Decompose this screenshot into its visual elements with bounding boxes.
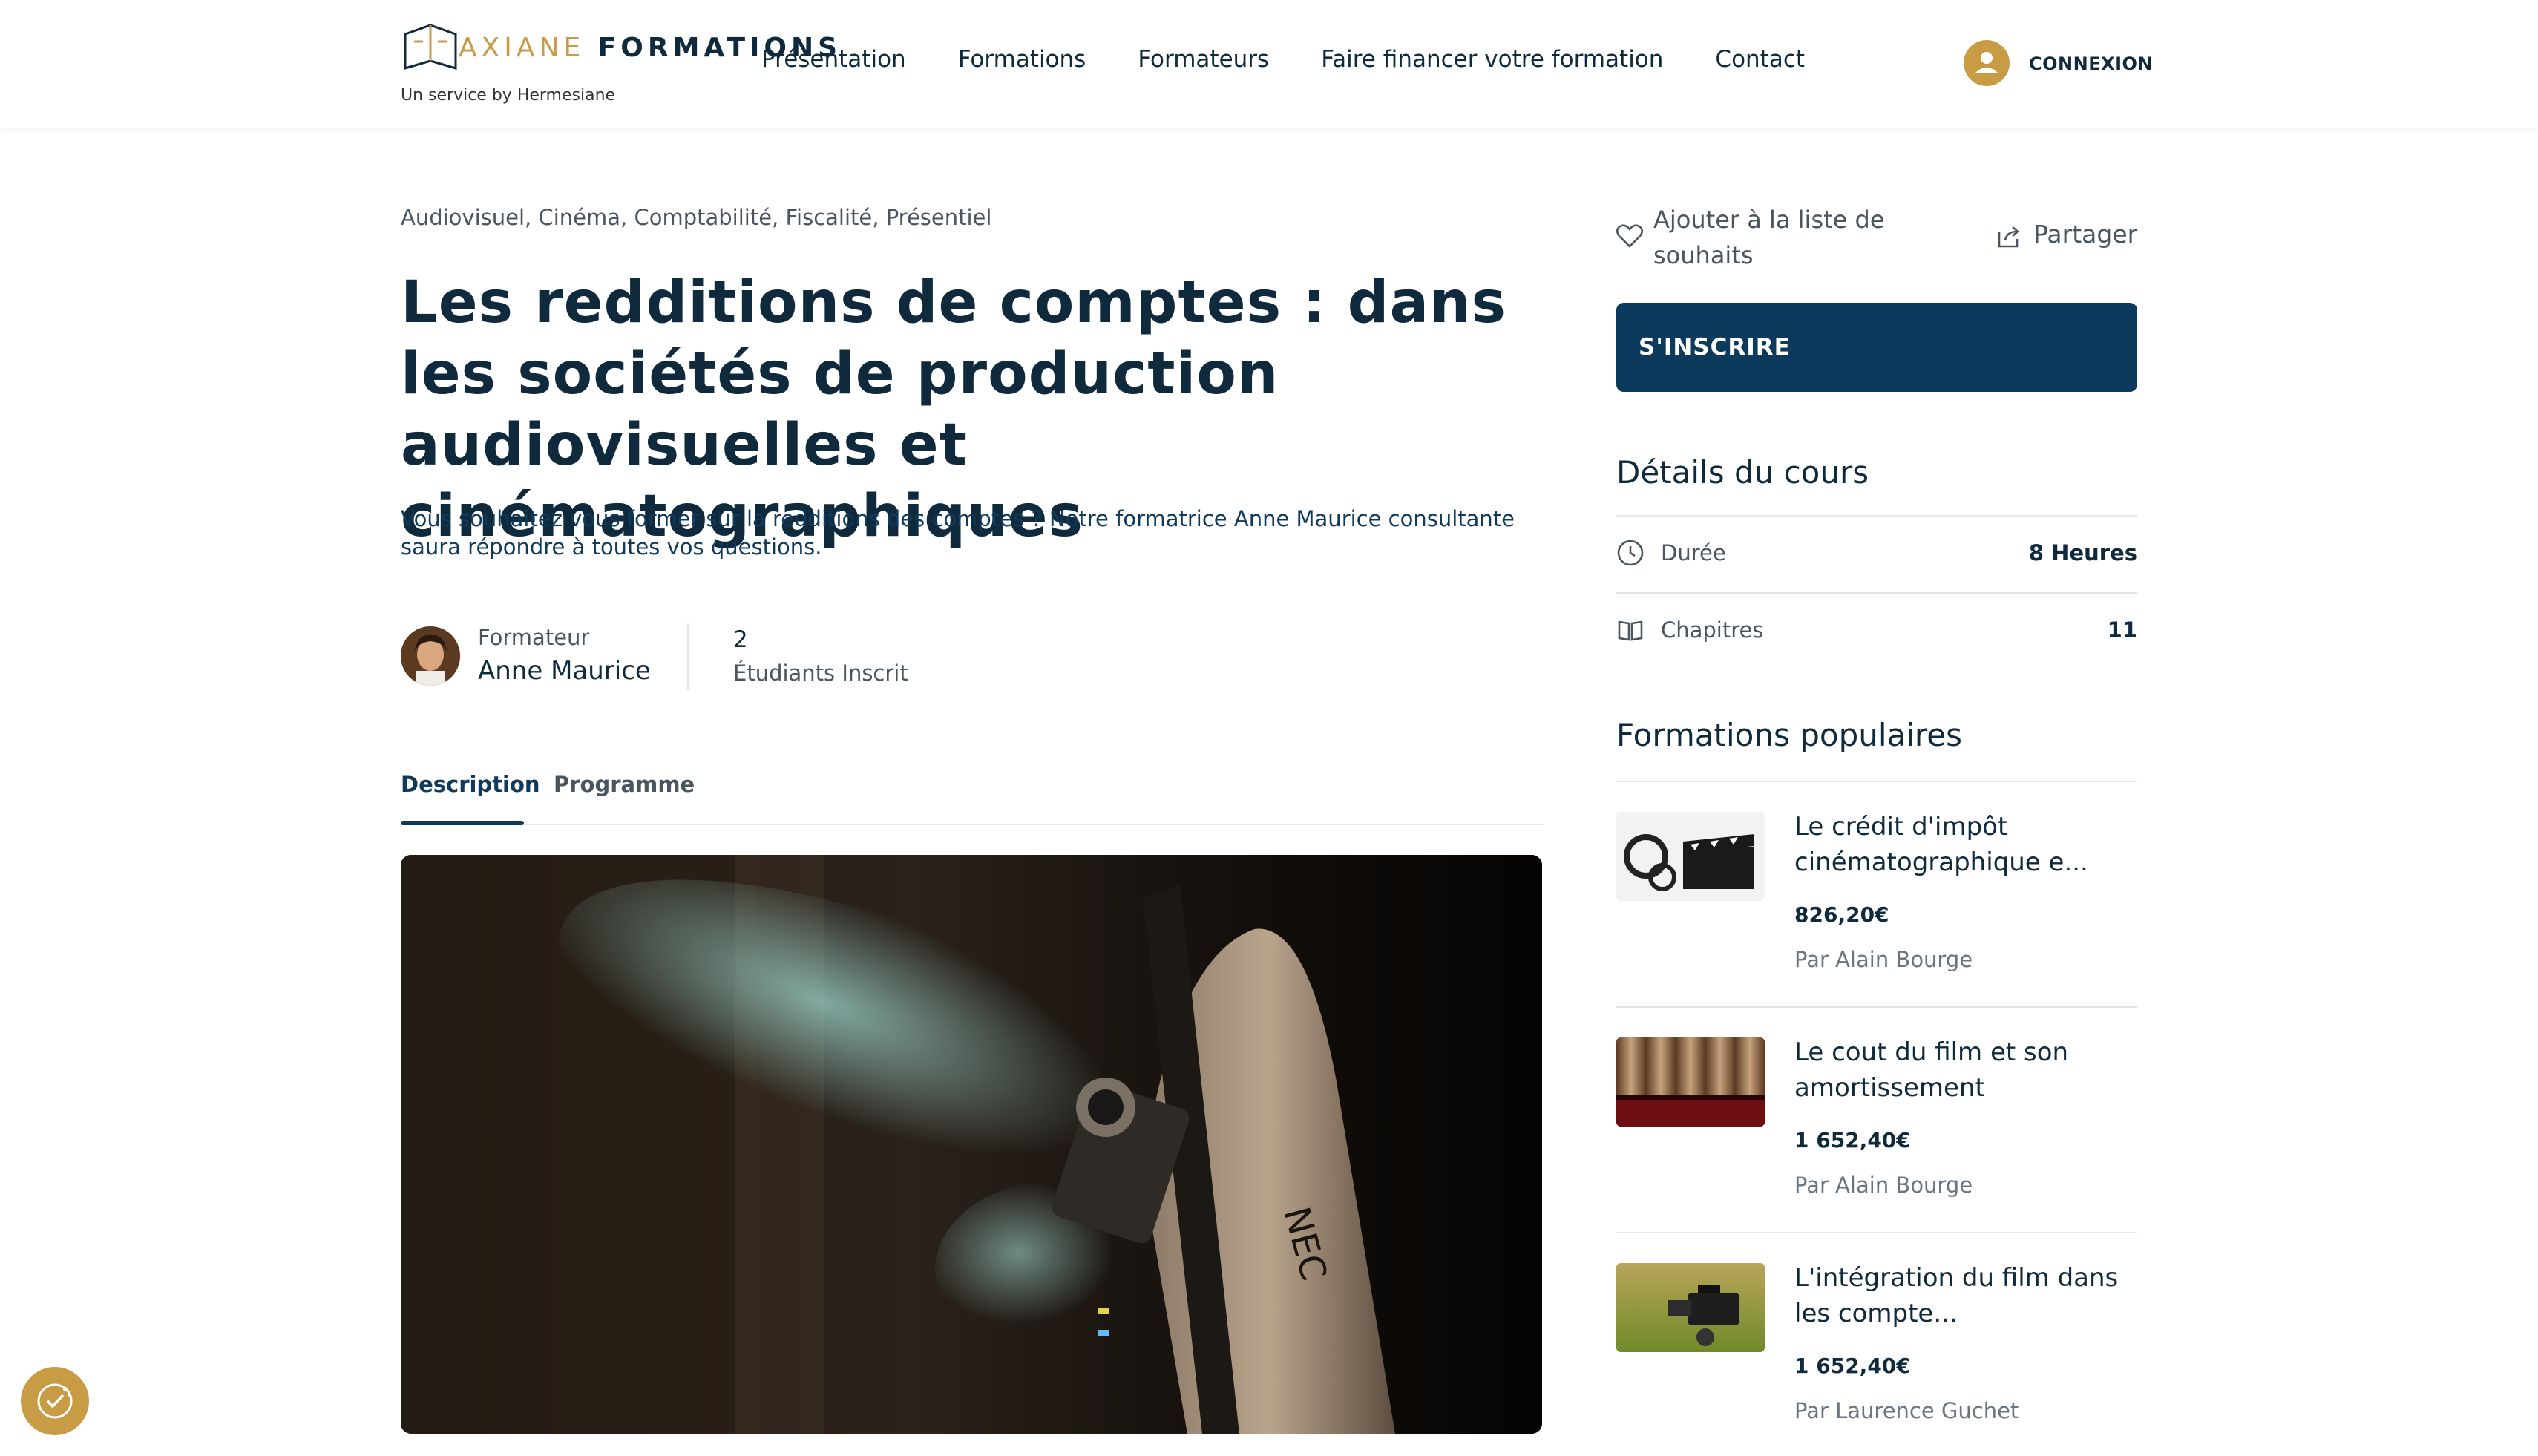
site-logo[interactable]: AXIANE FORMATIONS Un service by Hermesia…	[401, 19, 837, 108]
heart-icon[interactable]	[1615, 221, 1645, 251]
site-header: AXIANE FORMATIONS Un service by Hermesia…	[0, 0, 2538, 128]
divider	[1616, 1006, 2137, 1008]
nav-item-formations[interactable]: Formations	[958, 46, 1086, 73]
login-link[interactable]: CONNEXION	[2029, 53, 2153, 74]
divider	[1616, 781, 2137, 782]
course-hero-image: NEC	[401, 855, 1542, 1434]
curtain-thumbnail	[1616, 1037, 1765, 1127]
popular-course-author: Par Alain Bourge	[1794, 1173, 1973, 1198]
enroll-button[interactable]: S'INSCRIRE	[1616, 303, 2137, 392]
trainer-name[interactable]: Anne Maurice	[478, 656, 651, 686]
popular-course-image[interactable]	[1616, 1037, 1765, 1127]
course-categories[interactable]: Audiovisuel, Cinéma, Comptabilité, Fisca…	[401, 205, 991, 230]
nav-item-formateurs[interactable]: Formateurs	[1138, 46, 1269, 73]
projector-photo: NEC	[401, 855, 1542, 1434]
trainer-avatar[interactable]	[401, 626, 460, 686]
clapperboard-thumbnail	[1616, 812, 1765, 901]
user-silhouette-icon	[1975, 52, 1998, 73]
logo-book-icon	[404, 24, 457, 70]
popular-course-price: 1 652,40€	[1794, 1128, 1911, 1152]
trainer-photo	[401, 626, 460, 686]
detail-value-chapters: 11	[2107, 617, 2137, 643]
divider	[1616, 1232, 2137, 1233]
tab-description[interactable]: Description	[401, 772, 540, 797]
nav-item-contact[interactable]: Contact	[1715, 46, 1805, 73]
popular-course-price: 1 652,40€	[1794, 1354, 1911, 1378]
course-subtitle: Vous souhaitez vous former sur la reddit…	[401, 506, 1515, 560]
popular-course-title[interactable]: Le cout du film et son amortissement	[1794, 1034, 2121, 1106]
students-count: 2	[733, 626, 748, 653]
logo-axiane: AXIANE	[459, 33, 586, 63]
user-icon[interactable]	[1964, 40, 2010, 86]
detail-label-duration: Durée	[1661, 540, 1726, 565]
wishlist-link[interactable]: Ajouter à la liste de souhaits	[1653, 202, 1906, 273]
popular-course-image[interactable]	[1616, 812, 1765, 901]
camera-thumbnail	[1616, 1263, 1765, 1352]
cookie-settings-button[interactable]	[21, 1367, 89, 1435]
detail-value-duration: 8 Heures	[2028, 540, 2137, 565]
popular-course-price: 826,20€	[1794, 902, 1889, 927]
share-link[interactable]: Partager	[2033, 220, 2137, 249]
nav-item-presentation[interactable]: Présentation	[761, 46, 906, 73]
popular-course-image[interactable]	[1616, 1263, 1765, 1352]
details-title: Détails du cours	[1616, 454, 1869, 491]
divider	[1616, 515, 2137, 517]
active-tab-indicator	[401, 821, 524, 825]
book-icon	[1618, 620, 1643, 641]
popular-course-author: Par Alain Bourge	[1794, 947, 1973, 972]
logo-tagline: Un service by Hermesiane	[401, 86, 616, 105]
students-label: Étudiants Inscrit	[733, 660, 908, 686]
popular-title: Formations populaires	[1616, 717, 1962, 753]
tabs-divider	[401, 824, 1544, 825]
divider	[687, 623, 689, 690]
cookie-check-icon	[37, 1383, 73, 1419]
main-nav: Présentation Formations Formateurs Faire…	[761, 46, 1805, 73]
trainer-label: Formateur	[478, 625, 590, 650]
nav-item-financement[interactable]: Faire financer votre formation	[1321, 46, 1663, 73]
popular-course-author: Par Laurence Guchet	[1794, 1398, 2019, 1423]
detail-label-chapters: Chapitres	[1661, 617, 1764, 643]
clock-icon	[1617, 540, 1644, 566]
tab-programme[interactable]: Programme	[554, 772, 695, 797]
popular-course-title[interactable]: L'intégration du film dans les compte...	[1794, 1260, 2121, 1331]
share-icon[interactable]	[1995, 223, 2023, 251]
divider	[1616, 592, 2137, 594]
popular-course-title[interactable]: Le crédit d'impôt cinématographique e...	[1794, 809, 2121, 880]
